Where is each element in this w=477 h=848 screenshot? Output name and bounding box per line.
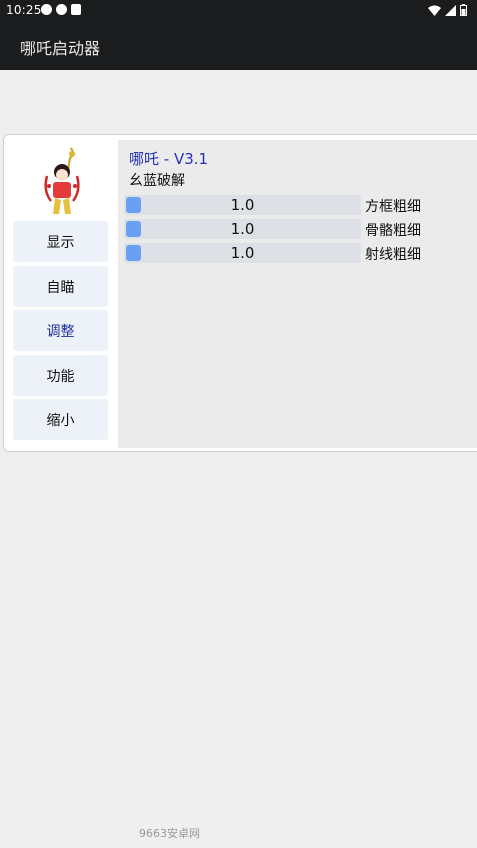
box-thickness-slider[interactable]: 1.0: [124, 195, 361, 215]
subtitle: 幺蓝破解: [129, 173, 185, 189]
telegram-icon: [56, 4, 67, 15]
status-time: 10:25: [6, 3, 42, 17]
slider-value: 1.0: [230, 220, 255, 238]
wifi-icon: [428, 5, 441, 16]
slider-label: 射线粗细: [365, 247, 421, 263]
slider-row-bone-thickness: 1.0 骨骼粗细: [124, 219, 476, 239]
menu-button-display[interactable]: 显示: [13, 221, 108, 262]
version-title: 哪吒 - V3.1: [129, 150, 209, 168]
adjust-content: 哪吒 - V3.1 幺蓝破解 1.0 方框粗细 1.0 骨骼粗细 1.0 射线粗…: [118, 140, 477, 448]
slider-value: 1.0: [230, 196, 255, 214]
left-menu: 显示 自瞄 调整 功能 缩小: [4, 135, 114, 451]
menu-button-functions[interactable]: 功能: [13, 355, 108, 396]
menu-button-adjust[interactable]: 调整: [13, 310, 108, 351]
app-title: 哪吒启动器: [20, 39, 101, 58]
slider-label: 骨骼粗细: [365, 223, 421, 239]
watermark: 9663安卓网: [139, 827, 200, 840]
slider-row-box-thickness: 1.0 方框粗细: [124, 195, 476, 215]
slider-value: 1.0: [230, 244, 255, 262]
ray-thickness-slider[interactable]: 1.0: [124, 243, 361, 263]
status-bar: 10:25: [0, 0, 477, 22]
slider-row-ray-thickness: 1.0 射线粗细: [124, 243, 476, 263]
slider-label: 方框粗细: [365, 199, 421, 215]
app-bar: 哪吒启动器: [0, 22, 477, 70]
notification-icons: [41, 4, 81, 15]
signal-icon: [445, 4, 456, 16]
system-icons: [428, 4, 467, 16]
telegram-icon: [41, 4, 52, 15]
menu-button-minimize[interactable]: 缩小: [13, 399, 108, 440]
battery-icon: [460, 4, 467, 16]
menu-button-aimbot[interactable]: 自瞄: [13, 266, 108, 307]
cheat-panel: 显示 自瞄 调整 功能 缩小 哪吒 - V3.1 幺蓝破解 1.0 方框粗细 1…: [3, 134, 477, 452]
android-icon: [71, 4, 81, 15]
bone-thickness-slider[interactable]: 1.0: [124, 219, 361, 239]
nezha-avatar-icon: [44, 147, 80, 214]
